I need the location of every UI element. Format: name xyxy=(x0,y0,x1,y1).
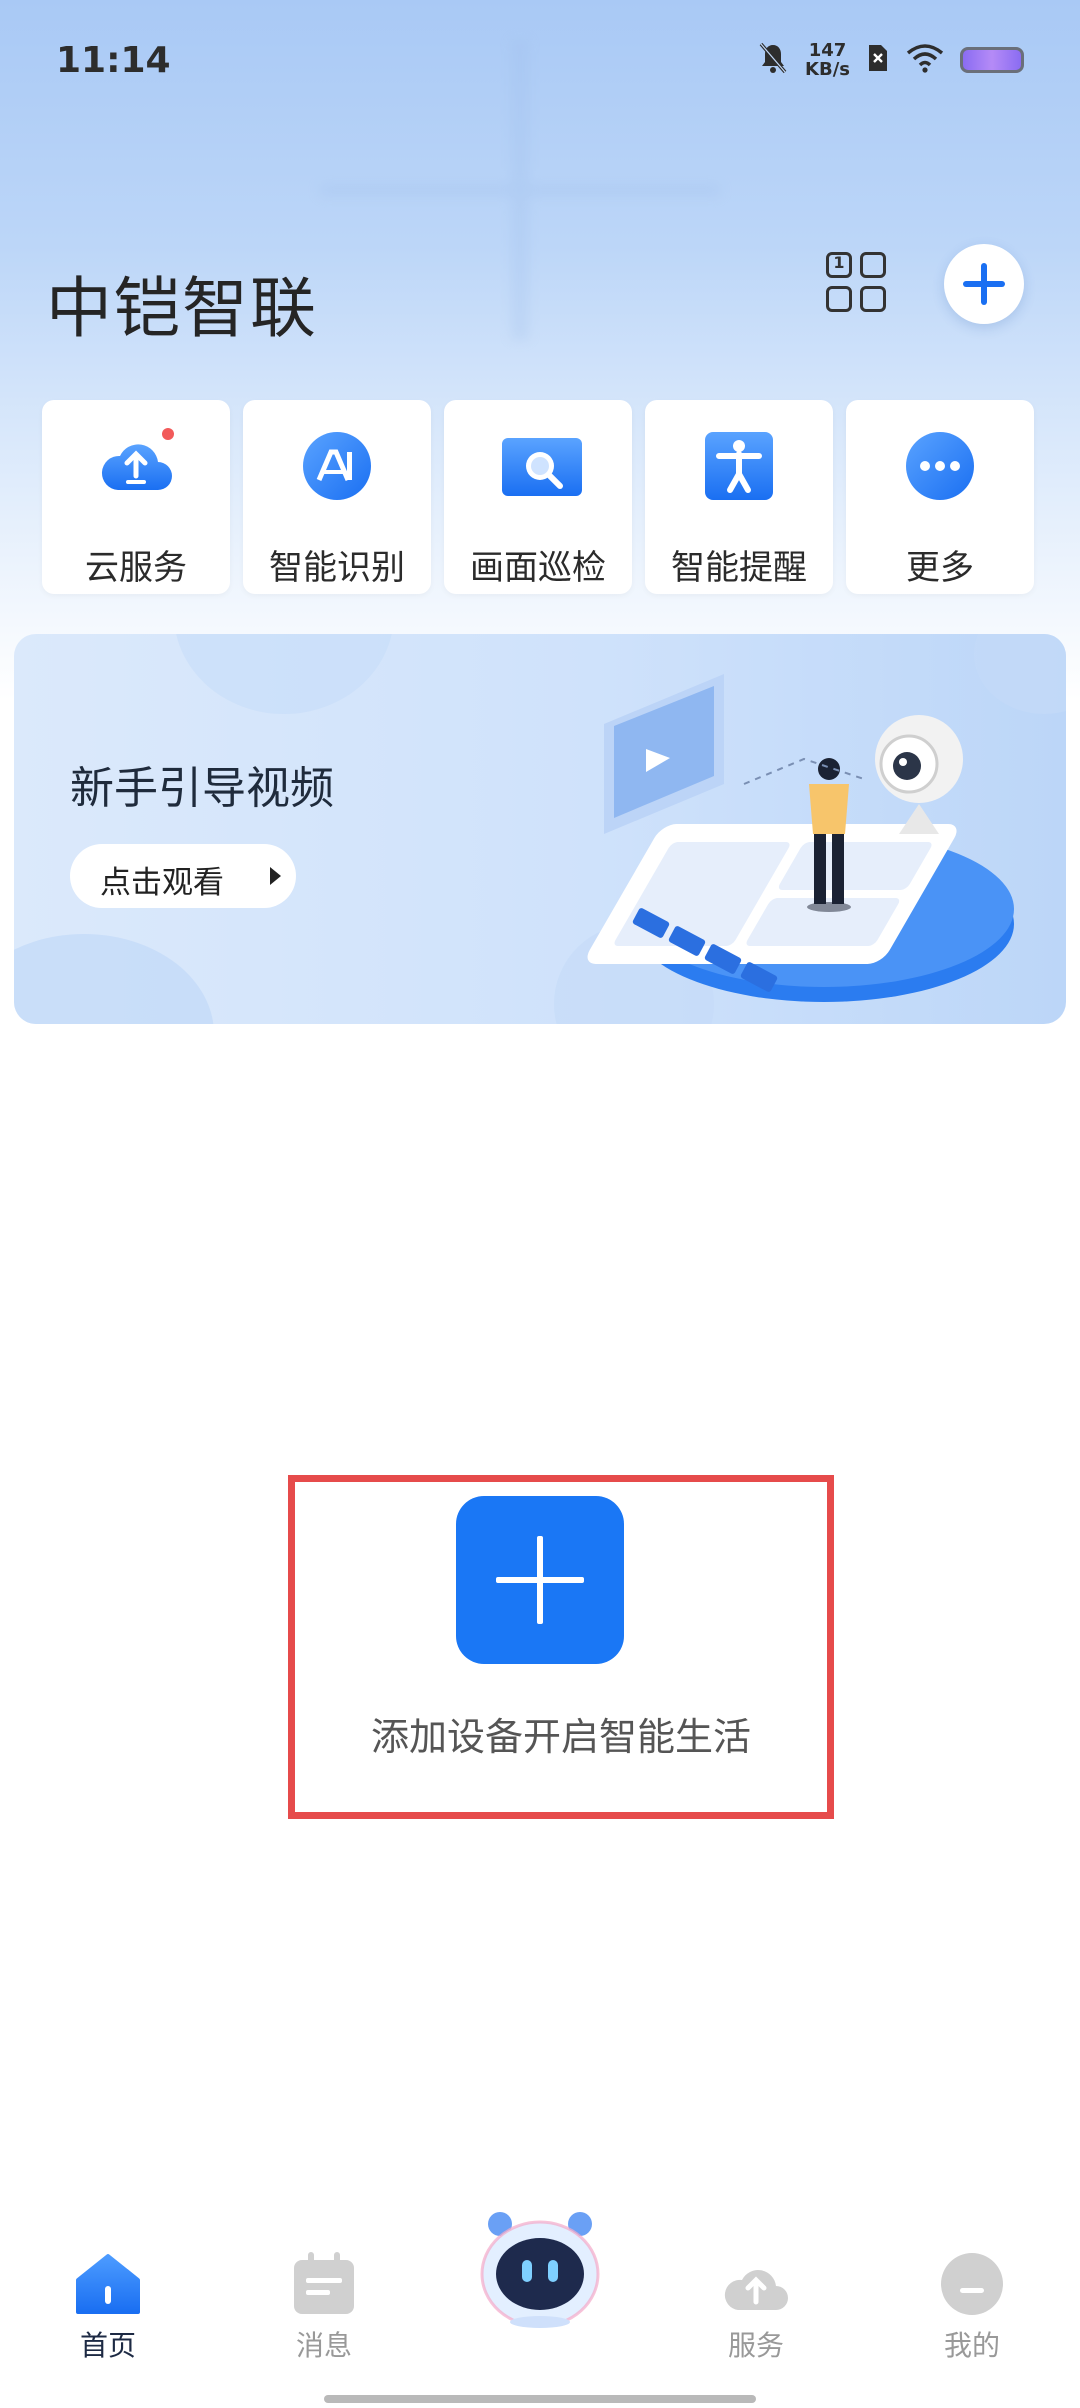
add-button[interactable] xyxy=(944,244,1024,324)
person-alert-icon xyxy=(703,430,775,502)
grid-cell xyxy=(860,286,886,312)
more-dots-icon xyxy=(904,430,976,502)
quick-action-label: 智能提醒 xyxy=(671,548,807,588)
quick-action-label: 更多 xyxy=(906,548,974,588)
grid-cell: 1 xyxy=(826,252,852,278)
profile-icon xyxy=(938,2250,1006,2318)
nav-home[interactable]: 首页 xyxy=(38,2250,178,2362)
quick-action-label: 云服务 xyxy=(85,548,187,588)
status-time: 11:14 xyxy=(56,40,171,81)
watch-button[interactable]: 点击观看 xyxy=(70,844,296,908)
banner-title: 新手引导视频 xyxy=(70,763,334,814)
empty-state-label: 添加设备开启智能生活 xyxy=(370,1715,751,1759)
nav-label: 消息 xyxy=(295,2329,352,2362)
net-speed: 147 KB/s xyxy=(805,41,850,79)
status-icons: 147 KB/s xyxy=(757,40,1024,80)
tutorial-banner[interactable]: 新手引导视频 点击观看 xyxy=(14,634,1066,1024)
ai-recognition-icon xyxy=(301,430,373,502)
quick-action-smart-alert[interactable]: 智能提醒 xyxy=(645,400,833,594)
status-bar: 11:14 147 KB/s xyxy=(0,0,1080,120)
robot-assistant-icon[interactable] xyxy=(474,2210,606,2330)
quick-action-ai-recognition[interactable]: 智能识别 xyxy=(243,400,431,594)
banner-illustration xyxy=(587,674,1014,1002)
quick-action-inspection[interactable]: 画面巡检 xyxy=(444,400,632,594)
net-speed-unit: KB/s xyxy=(805,59,850,80)
battery-icon xyxy=(960,47,1024,73)
nav-label: 服务 xyxy=(727,2329,784,2362)
app-title: 中铠智联 xyxy=(46,270,318,347)
inspection-magnifier-icon xyxy=(502,430,582,502)
mute-bell-icon xyxy=(757,41,789,79)
home-indicator[interactable] xyxy=(324,2395,756,2403)
notification-badge xyxy=(162,428,174,440)
sim-x-icon xyxy=(866,43,890,77)
quick-action-more[interactable]: 更多 xyxy=(846,400,1034,594)
message-icon xyxy=(290,2250,358,2318)
nav-messages[interactable]: 消息 xyxy=(254,2250,394,2362)
quick-action-label: 智能识别 xyxy=(269,548,405,588)
banner-decoration xyxy=(14,934,214,1024)
nav-label: 首页 xyxy=(79,2329,136,2362)
net-speed-value: 147 xyxy=(808,40,847,61)
nav-label: 我的 xyxy=(943,2329,1000,2362)
wifi-icon xyxy=(906,43,944,77)
quick-action-label: 画面巡检 xyxy=(470,548,606,588)
grid-cell xyxy=(826,286,852,312)
home-icon xyxy=(74,2250,142,2318)
play-arrow-icon xyxy=(270,867,281,885)
cloud-upload-icon xyxy=(100,430,172,502)
grid-badge: 1 xyxy=(833,253,845,272)
nav-profile[interactable]: 我的 xyxy=(902,2250,1042,2362)
quick-action-cloud-service[interactable]: 云服务 xyxy=(42,400,230,594)
watch-button-label: 点击观看 xyxy=(100,865,224,901)
cloud-service-icon xyxy=(722,2250,790,2318)
nav-services[interactable]: 服务 xyxy=(686,2250,826,2362)
grid-cell xyxy=(860,252,886,278)
device-grid-button[interactable]: 1 xyxy=(826,252,886,312)
add-device-button[interactable] xyxy=(456,1496,624,1664)
banner-decoration xyxy=(174,634,394,714)
